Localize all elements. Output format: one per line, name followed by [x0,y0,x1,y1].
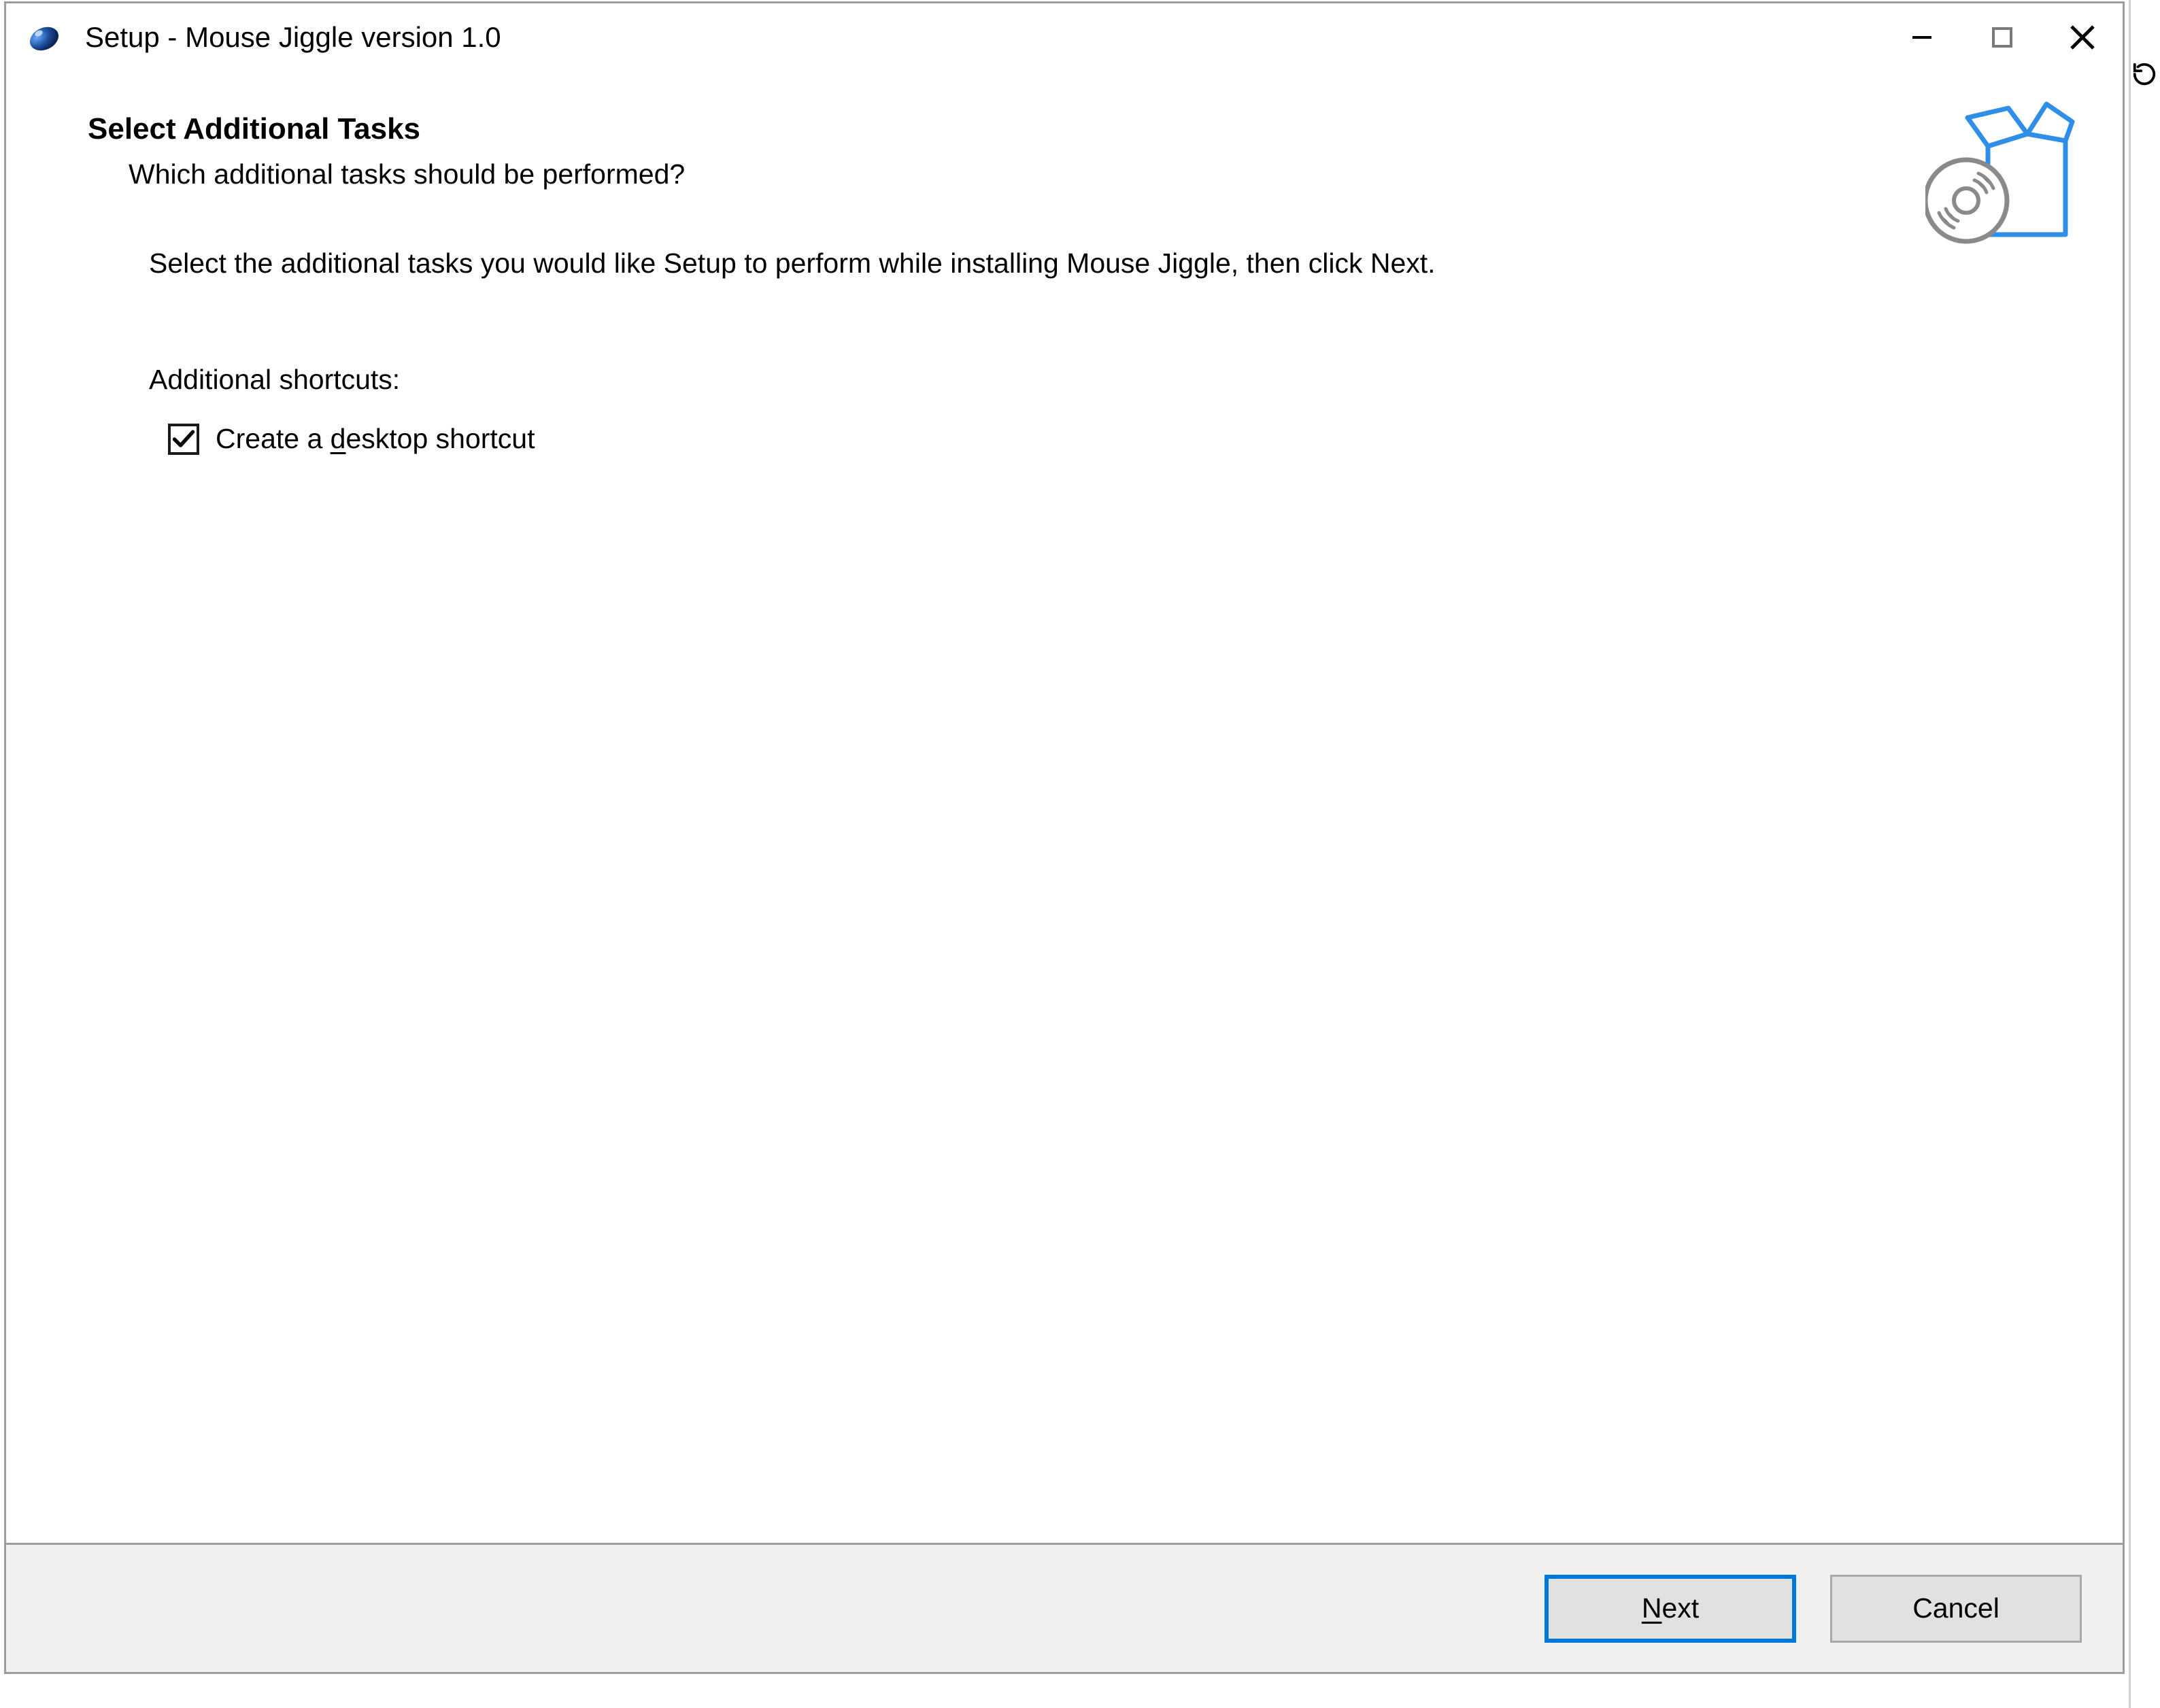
next-button[interactable]: Next [1545,1575,1796,1643]
window-title: Setup - Mouse Jiggle version 1.0 [85,21,1882,54]
wizard-header: Select Additional Tasks Which additional… [6,71,2123,218]
desktop-shortcut-option[interactable]: Create a desktop shortcut [168,423,2021,455]
cancel-button[interactable]: Cancel [1830,1575,2082,1643]
desktop-shortcut-checkbox[interactable] [168,424,199,455]
wizard-footer: Next Cancel [6,1543,2123,1672]
titlebar: Setup - Mouse Jiggle version 1.0 [6,3,2123,71]
wizard-body: Select the additional tasks you would li… [6,218,2123,1543]
app-icon [27,18,65,56]
cb-label-post: esktop shortcut [345,423,535,454]
cb-label-accesskey: d [331,423,346,454]
page-subtitle: Which additional tasks should be perform… [129,158,2061,190]
instruction-text: Select the additional tasks you would li… [149,245,2021,282]
refresh-icon [2131,61,2157,87]
minimize-button[interactable] [1882,3,1962,71]
cb-label-pre: Create a [216,423,331,454]
cancel-btn-label: Cancel [1912,1592,1999,1624]
section-label: Additional shortcuts: [149,364,2021,396]
page-title: Select Additional Tasks [88,112,2061,146]
installer-box-icon [1925,99,2075,248]
setup-dialog: Setup - Mouse Jiggle version 1.0 [4,1,2125,1674]
next-btn-post: ext [1661,1592,1699,1624]
maximize-button[interactable] [1962,3,2042,71]
next-btn-accesskey: N [1642,1592,1662,1624]
background-right-strip [2129,0,2160,1708]
close-button[interactable] [2042,3,2123,71]
desktop-shortcut-label: Create a desktop shortcut [216,423,535,455]
